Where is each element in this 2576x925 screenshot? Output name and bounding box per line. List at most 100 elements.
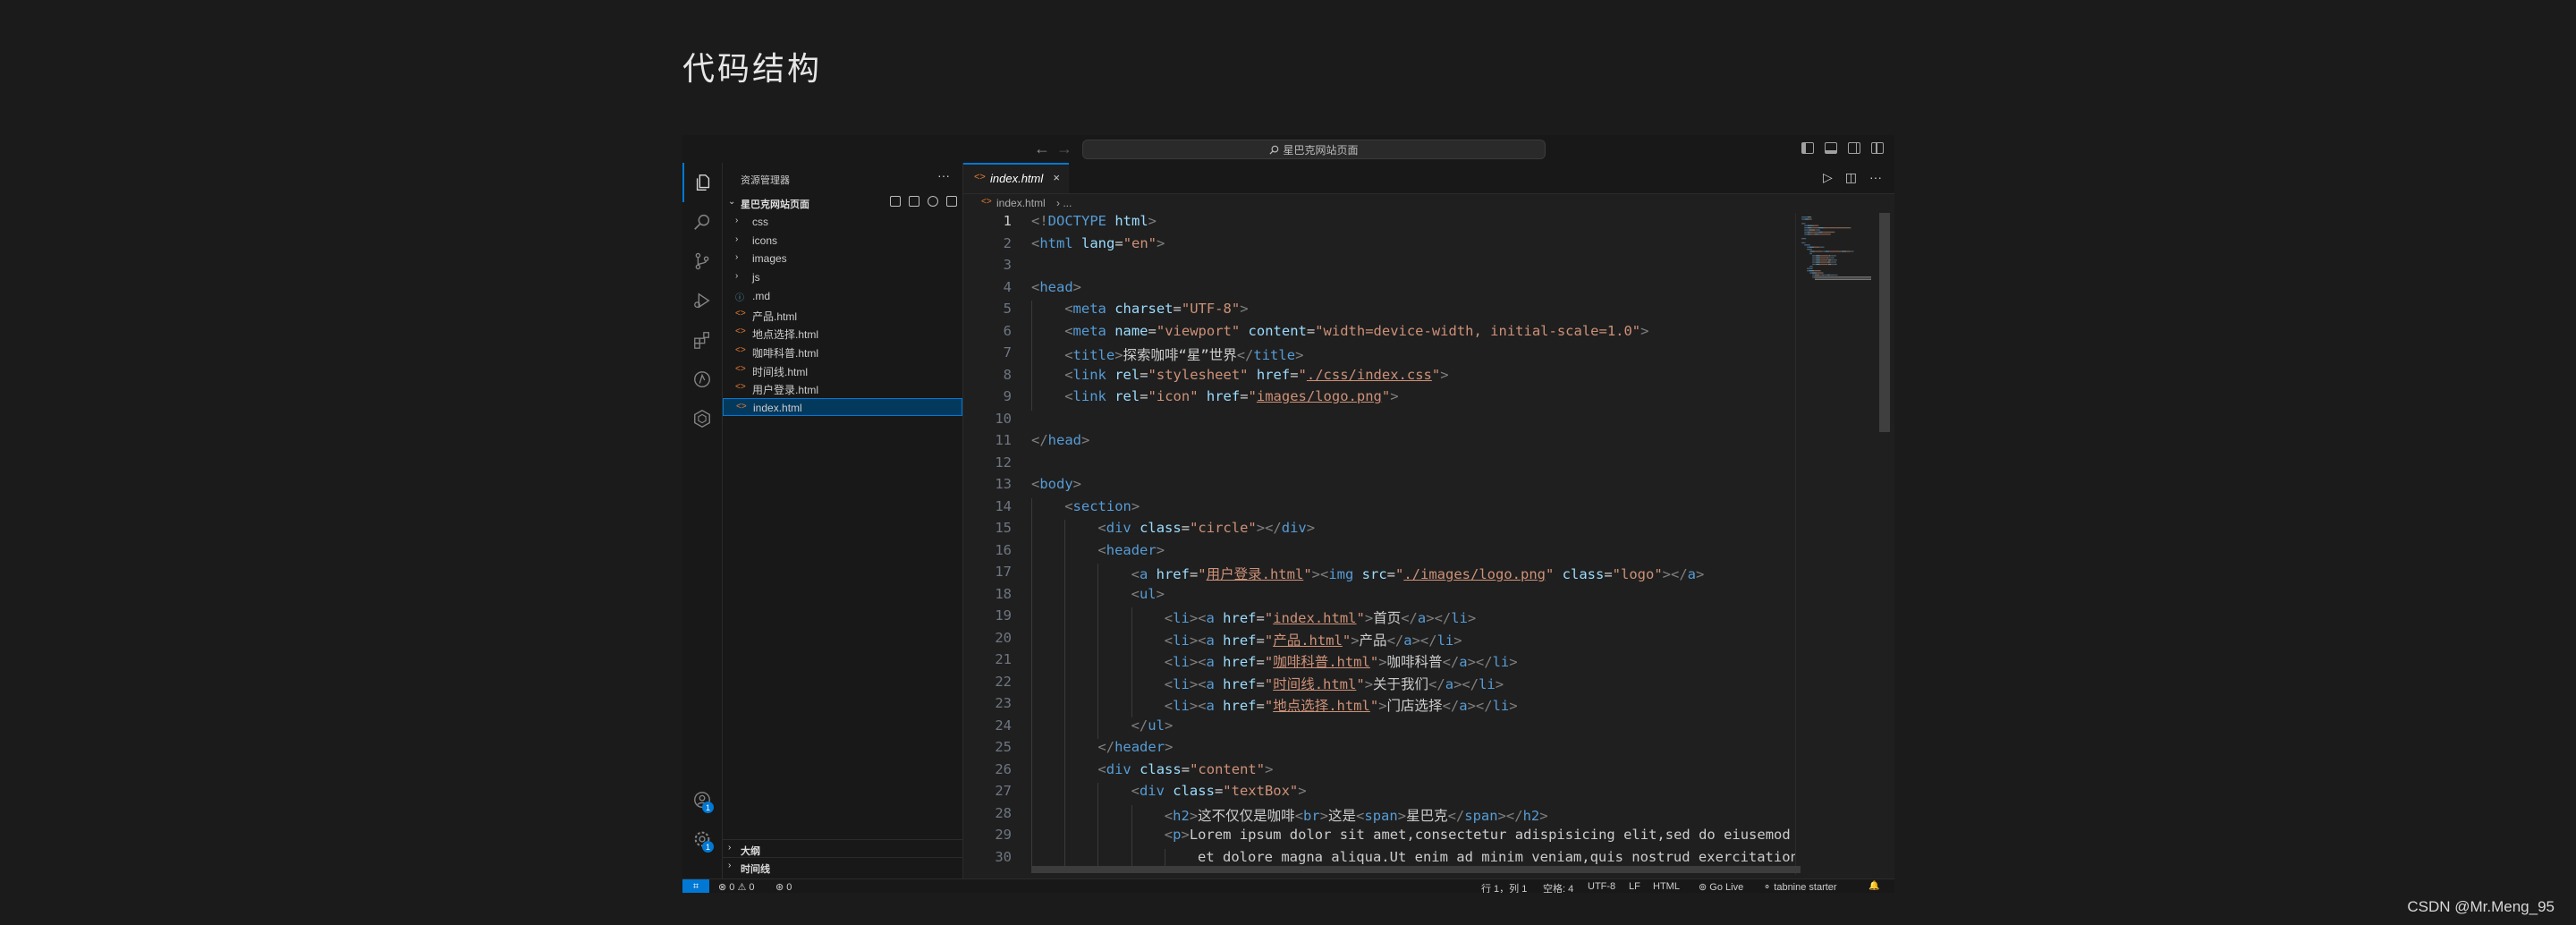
minimap-mark [1809, 250, 1810, 252]
outline-section-label: 大纲 [741, 846, 760, 857]
explorer-icon[interactable] [682, 163, 722, 202]
run-debug-icon[interactable] [682, 281, 722, 320]
new-file-icon[interactable] [890, 196, 901, 207]
chevron-down-icon: ⌄ [728, 197, 736, 207]
customize-layout-icon[interactable] [1871, 142, 1884, 154]
minimap-mark [1824, 227, 1851, 229]
minimap-mark [1819, 257, 1820, 259]
tree-item-label: 用户登录.html [752, 384, 819, 397]
minimap-mark [1819, 259, 1820, 261]
new-folder-icon[interactable] [909, 196, 919, 207]
go-live-button[interactable]: ⊚ Go Live [1699, 881, 1743, 893]
workspace-folder-header[interactable]: ⌄ 星巴克网站页面 [723, 194, 962, 212]
minimap-mark [1820, 257, 1826, 259]
minimap-mark [1831, 255, 1833, 257]
minimap-mark [1812, 225, 1814, 226]
indent-guide [1097, 607, 1099, 630]
code-text: <section> [1064, 497, 1140, 514]
minimap-mark [1814, 276, 1871, 278]
minimap-mark [1815, 261, 1817, 263]
indent-guide [1064, 695, 1066, 717]
outline-section[interactable]: › 大纲 [723, 839, 962, 858]
code-text: <li><a href="地点选择.html">门店选择</a></li> [1164, 698, 1518, 714]
minimap-mark [1815, 263, 1817, 266]
collapse-all-icon[interactable] [946, 196, 957, 207]
code-editor[interactable]: 1 <!DOCTYPE html> 2 <html lang="en"> 3 4 <head… [963, 213, 1795, 875]
minimap-mark [1802, 238, 1806, 240]
tree-item-folder[interactable]: › css [723, 213, 962, 231]
tree-item-html[interactable]: <> 产品.html [723, 306, 962, 324]
split-editor-icon[interactable]: ◫ [1845, 170, 1857, 185]
indent-guide [1031, 344, 1032, 367]
ports-indicator[interactable]: ⊛ 0 [775, 881, 792, 893]
remote-indicator[interactable]: ⌗ [682, 879, 709, 893]
minimap-mark [1842, 250, 1846, 252]
breadcrumb-file[interactable]: index.html [996, 197, 1046, 209]
minimap-mark [1809, 244, 1810, 246]
minimap-mark [1826, 274, 1828, 276]
breadcrumb-rest[interactable]: › ... [1056, 197, 1072, 209]
tree-item-html[interactable]: <> 时间线.html [723, 361, 962, 379]
refresh-icon[interactable] [928, 196, 938, 207]
tree-item-folder[interactable]: › js [723, 268, 962, 286]
tree-item-html[interactable]: <> index.html [723, 398, 962, 416]
minimap-mark [1807, 225, 1813, 226]
tree-item-folder[interactable]: › icons [723, 232, 962, 250]
settings-gear-icon[interactable]: 1 [682, 819, 722, 859]
minimap[interactable] [1795, 213, 1894, 875]
minimap-mark [1819, 229, 1820, 231]
minimap-mark [1815, 229, 1817, 231]
encoding[interactable]: UTF-8 [1588, 881, 1615, 892]
hexagon-extension-icon[interactable] [682, 399, 722, 438]
forward-arrow-icon[interactable]: → [1056, 140, 1072, 158]
minimap-mark [1821, 246, 1824, 248]
tree-item-html[interactable]: <> 用户登录.html [723, 379, 962, 397]
minimap-mark [1828, 250, 1830, 252]
timeline-section[interactable]: › 时间线 [723, 857, 962, 876]
code-line: 7 <title>探索咖啡“星”世界</title> [963, 344, 1795, 367]
indentation[interactable]: 空格: 4 [1543, 881, 1573, 893]
explorer-more-icon[interactable]: ··· [937, 168, 950, 182]
horizontal-scrollbar[interactable] [1031, 866, 1801, 873]
html-file-icon: <> [735, 363, 746, 374]
code-text: <h2>这不仅仅是咖啡<br>这是<span>星巴克</span></h2> [1164, 807, 1548, 824]
indent-guide [1031, 717, 1032, 739]
account-icon[interactable]: 1 [682, 780, 722, 819]
minimap-mark [1816, 229, 1820, 231]
tabnine-status[interactable]: ⚬ tabnine starter [1763, 881, 1837, 893]
back-arrow-icon[interactable]: ← [1034, 140, 1050, 158]
tab-index-html[interactable]: <> index.html × [963, 163, 1069, 193]
scrollbar-thumb[interactable] [1879, 213, 1890, 432]
language-mode[interactable]: HTML [1653, 881, 1680, 892]
extensions-icon[interactable] [682, 320, 722, 360]
minimap-mark [1836, 259, 1837, 261]
toggle-primary-sidebar-icon[interactable] [1801, 142, 1814, 154]
code-line: 26 <div class="content"> [963, 760, 1795, 783]
cursor-position[interactable]: 行 1，列 1 [1481, 881, 1527, 893]
problems-indicator[interactable]: ⊗ 0 ⚠ 0 [718, 881, 754, 893]
search-view-icon[interactable] [682, 202, 722, 242]
tree-item-folder[interactable]: › images [723, 250, 962, 267]
minimap-mark [1814, 246, 1820, 248]
minimap-mark [1809, 270, 1814, 272]
tree-item-html[interactable]: <> 地点选择.html [723, 324, 962, 342]
code-line: 12 [963, 454, 1795, 477]
notifications-bell-icon[interactable]: 🔔 [1868, 881, 1879, 891]
command-center[interactable]: 星巴克网站页面 [1082, 140, 1546, 159]
minimap-mark [1801, 218, 1802, 220]
tree-item-html[interactable]: <> 咖啡科普.html [723, 343, 962, 361]
source-control-icon[interactable] [682, 242, 722, 281]
toggle-panel-icon[interactable] [1825, 142, 1837, 154]
minimap-mark [1812, 274, 1815, 276]
end-of-line[interactable]: LF [1629, 881, 1640, 892]
more-actions-icon[interactable]: ··· [1869, 170, 1882, 185]
close-icon[interactable]: × [1053, 171, 1060, 184]
tree-item-md[interactable]: ⓘ .md [723, 287, 962, 305]
minimap-mark [1809, 252, 1812, 255]
minimap-mark [1812, 274, 1813, 276]
minimap-mark [1811, 227, 1818, 229]
toggle-secondary-sidebar-icon[interactable] [1848, 142, 1860, 154]
minimap-mark [1804, 229, 1805, 231]
run-icon[interactable]: ▷ [1823, 170, 1833, 185]
remote-explorer-icon[interactable] [682, 360, 722, 399]
